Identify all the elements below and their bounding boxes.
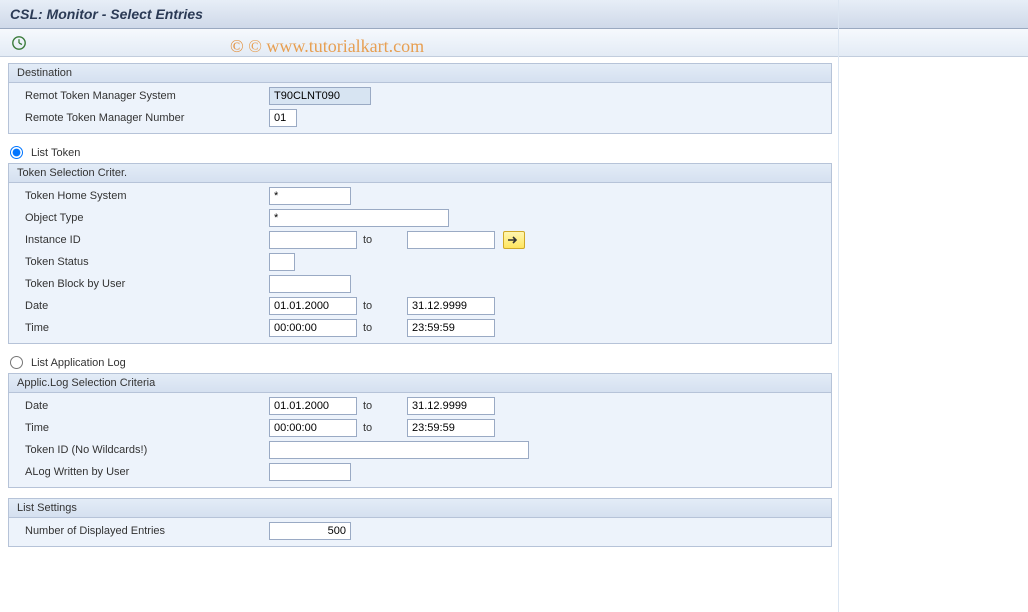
token-date-to-field[interactable] xyxy=(407,297,495,315)
applog-criteria-group: Applic.Log Selection Criteria Date to Ti… xyxy=(8,373,832,488)
token-time-to-label: to xyxy=(357,322,407,334)
token-status-label: Token Status xyxy=(19,256,269,268)
token-date-label: Date xyxy=(19,300,269,312)
remote-number-label: Remote Token Manager Number xyxy=(19,112,269,124)
radio-list-applog-label: List Application Log xyxy=(31,357,126,369)
instance-id-to-field[interactable] xyxy=(407,231,495,249)
page-title: CSL: Monitor - Select Entries xyxy=(0,0,1028,29)
applog-tokenid-label: Token ID (No Wildcards!) xyxy=(19,444,269,456)
applog-time-to-field[interactable] xyxy=(407,419,495,437)
num-entries-label: Number of Displayed Entries xyxy=(19,525,269,537)
token-date-from-field[interactable] xyxy=(269,297,357,315)
token-time-to-field[interactable] xyxy=(407,319,495,337)
remote-number-field[interactable] xyxy=(269,109,297,127)
applog-time-label: Time xyxy=(19,422,269,434)
destination-group: Destination Remot Token Manager System R… xyxy=(8,63,832,134)
execute-button[interactable] xyxy=(10,34,28,52)
token-home-system-field[interactable] xyxy=(269,187,351,205)
applog-user-field[interactable] xyxy=(269,463,351,481)
main-content: Destination Remot Token Manager System R… xyxy=(0,57,840,569)
object-type-label: Object Type xyxy=(19,212,269,224)
token-time-label: Time xyxy=(19,322,269,334)
radio-list-token-label: List Token xyxy=(31,147,80,159)
token-criteria-title: Token Selection Criter. xyxy=(9,164,831,183)
remote-system-label: Remot Token Manager System xyxy=(19,90,269,102)
applog-user-label: ALog Written by User xyxy=(19,466,269,478)
token-home-system-label: Token Home System xyxy=(19,190,269,202)
destination-title: Destination xyxy=(9,64,831,83)
list-settings-group: List Settings Number of Displayed Entrie… xyxy=(8,498,832,547)
arrow-right-icon xyxy=(507,235,521,245)
applog-date-to-field[interactable] xyxy=(407,397,495,415)
instance-id-to-label: to xyxy=(357,234,407,246)
token-block-field[interactable] xyxy=(269,275,351,293)
applog-time-from-field[interactable] xyxy=(269,419,357,437)
radio-list-applog[interactable] xyxy=(10,356,23,369)
radio-list-applog-row: List Application Log xyxy=(8,354,832,373)
instance-id-from-field[interactable] xyxy=(269,231,357,249)
object-type-field[interactable] xyxy=(269,209,449,227)
token-date-to-label: to xyxy=(357,300,407,312)
token-status-field[interactable] xyxy=(269,253,295,271)
token-time-from-field[interactable] xyxy=(269,319,357,337)
num-entries-field[interactable] xyxy=(269,522,351,540)
radio-list-token[interactable] xyxy=(10,146,23,159)
remote-system-field[interactable] xyxy=(269,87,371,105)
toolbar xyxy=(0,29,1028,57)
applog-date-label: Date xyxy=(19,400,269,412)
radio-list-token-row: List Token xyxy=(8,144,832,163)
applog-time-to-label: to xyxy=(357,422,407,434)
clock-execute-icon xyxy=(11,35,27,51)
applog-date-to-label: to xyxy=(357,400,407,412)
applog-tokenid-field[interactable] xyxy=(269,441,529,459)
instance-id-label: Instance ID xyxy=(19,234,269,246)
applog-date-from-field[interactable] xyxy=(269,397,357,415)
token-criteria-group: Token Selection Criter. Token Home Syste… xyxy=(8,163,832,344)
multiple-selection-button[interactable] xyxy=(503,231,525,249)
content-divider xyxy=(838,0,839,612)
applog-criteria-title: Applic.Log Selection Criteria xyxy=(9,374,831,393)
list-settings-title: List Settings xyxy=(9,499,831,518)
token-block-label: Token Block by User xyxy=(19,278,269,290)
